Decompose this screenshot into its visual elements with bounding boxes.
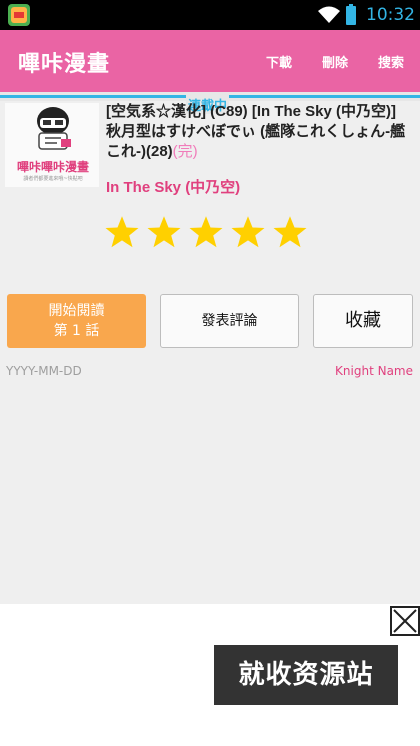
cover-logo-text: 嗶咔嗶咔漫畫 bbox=[16, 160, 89, 174]
upload-date: YYYY-MM-DD bbox=[6, 364, 82, 378]
star-icon bbox=[272, 214, 308, 250]
star-icon bbox=[104, 214, 140, 250]
download-button[interactable]: 下載 bbox=[266, 52, 292, 71]
status-bar: 10:32 bbox=[0, 0, 420, 30]
app-title: 嗶咔漫畫 bbox=[18, 52, 111, 77]
comic-author[interactable]: In The Sky (中乃空) bbox=[106, 176, 240, 197]
comic-title-text: [空気系☆漢化] (C89) [In The Sky (中乃空)] 秋月型はすけ… bbox=[106, 103, 406, 160]
comic-title: [空気系☆漢化] (C89) [In The Sky (中乃空)] 秋月型はすけ… bbox=[106, 102, 412, 162]
cover-illustration bbox=[37, 107, 71, 150]
app-notification-icon bbox=[8, 4, 30, 26]
cover-logo-subtitle: 讀者們都要進來哦~快點吧 bbox=[23, 176, 83, 182]
comic-cover[interactable]: 嗶咔嗶咔漫畫 讀者們都要進來哦~快點吧 bbox=[5, 103, 99, 187]
star-icon bbox=[146, 214, 182, 250]
ad-banner[interactable]: 就收资源站 bbox=[214, 645, 398, 705]
favorite-button[interactable]: 收藏 bbox=[313, 294, 413, 348]
clock: 10:32 bbox=[366, 5, 415, 25]
start-reading-button[interactable]: 開始閱讀 第 1 話 bbox=[7, 294, 146, 348]
uploader-name[interactable]: Knight Name bbox=[335, 364, 413, 378]
search-button[interactable]: 搜索 bbox=[378, 52, 404, 71]
close-ad-icon[interactable] bbox=[390, 606, 420, 636]
star-icon bbox=[188, 214, 224, 250]
star-icon bbox=[230, 214, 266, 250]
complete-tag: (完) bbox=[172, 143, 198, 160]
wifi-icon bbox=[318, 6, 340, 23]
delete-button[interactable]: 刪除 bbox=[322, 52, 348, 71]
post-comment-button[interactable]: 發表評論 bbox=[160, 294, 299, 348]
action-bar: 嗶咔漫畫 下載 刪除 搜索 bbox=[0, 30, 420, 92]
battery-icon bbox=[346, 4, 356, 25]
start-reading-label: 開始閱讀 bbox=[48, 303, 105, 319]
start-reading-chapter: 第 1 話 bbox=[53, 323, 100, 339]
